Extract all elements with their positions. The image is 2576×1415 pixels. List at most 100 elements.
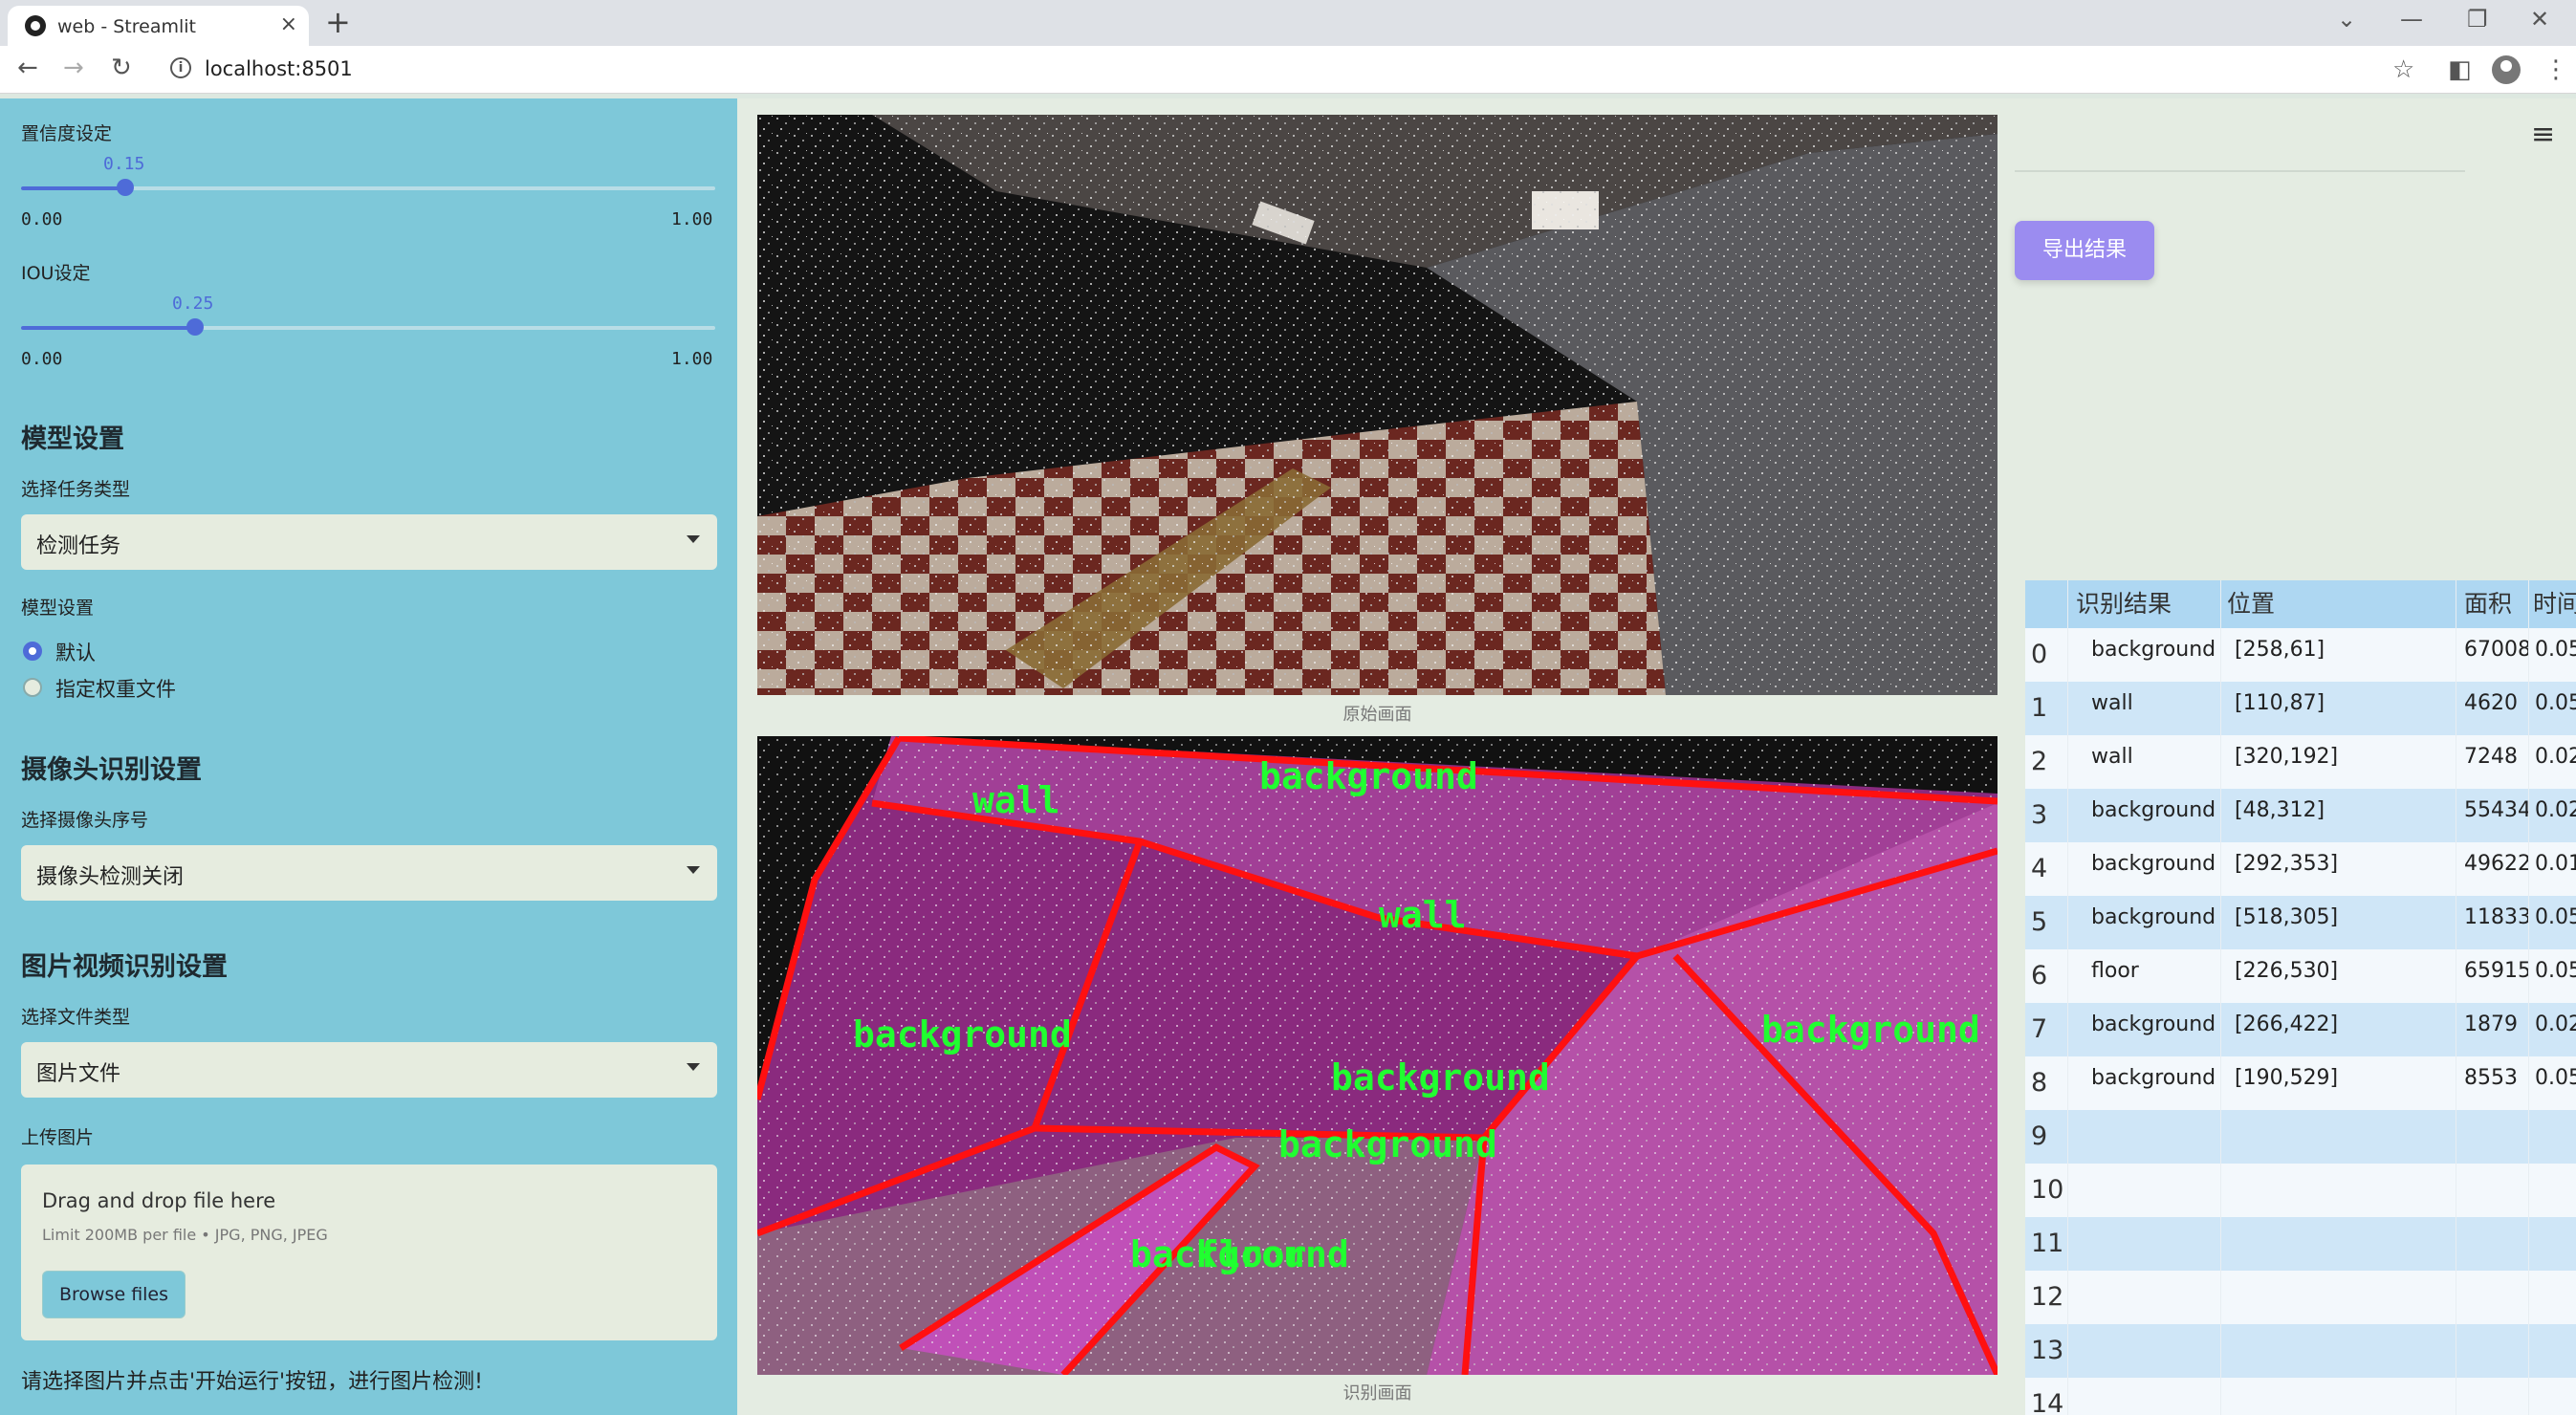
upload-label: 上传图片 xyxy=(21,1127,95,1148)
row-index: 8 xyxy=(2025,1056,2068,1110)
header-class[interactable]: 识别结果 xyxy=(2068,580,2221,628)
table-row[interactable]: 7 background [266,422] 1879 0.02 xyxy=(2025,1003,2576,1056)
reload-icon[interactable]: ↻ xyxy=(111,54,132,82)
radio-custom-weights[interactable] xyxy=(23,678,42,697)
row-time xyxy=(2529,1378,2576,1415)
info-icon[interactable]: i xyxy=(170,57,191,78)
table-row[interactable]: 10 xyxy=(2025,1164,2576,1217)
table-row[interactable]: 12 xyxy=(2025,1271,2576,1324)
radio-custom-weights-label[interactable]: 指定权重文件 xyxy=(55,674,176,703)
row-index: 9 xyxy=(2025,1110,2068,1164)
forward-icon[interactable]: → xyxy=(63,54,84,82)
minimize-icon[interactable]: — xyxy=(2400,6,2423,33)
row-index: 11 xyxy=(2025,1217,2068,1271)
table-row[interactable]: 4 background [292,353] 49622 0.01 xyxy=(2025,842,2576,896)
file-type-select[interactable]: 图片文件 xyxy=(21,1042,717,1098)
tab-title: web - Streamlit xyxy=(57,16,196,37)
row-class: background xyxy=(2068,842,2221,896)
confidence-slider-thumb[interactable] xyxy=(116,179,134,196)
table-row[interactable]: 13 xyxy=(2025,1324,2576,1378)
table-row[interactable]: 3 background [48,312] 55434 0.02 xyxy=(2025,789,2576,842)
model-label: 模型设置 xyxy=(21,598,95,619)
row-index: 7 xyxy=(2025,1003,2068,1056)
confidence-slider[interactable] xyxy=(21,179,715,196)
row-area: 4620 xyxy=(2456,682,2529,735)
radio-default-label[interactable]: 默认 xyxy=(55,638,96,666)
row-position xyxy=(2221,1324,2456,1378)
row-area xyxy=(2456,1378,2529,1415)
row-index: 2 xyxy=(2025,735,2068,789)
table-row[interactable]: 8 background [190,529] 8553 0.05 xyxy=(2025,1056,2576,1110)
row-area: 1879 xyxy=(2456,1003,2529,1056)
chevron-down-icon xyxy=(687,1063,700,1071)
row-position xyxy=(2221,1110,2456,1164)
row-area: 49622 xyxy=(2456,842,2529,896)
media-settings-heading: 图片视频识别设置 xyxy=(21,952,228,982)
row-position: [320,192] xyxy=(2221,735,2456,789)
row-class xyxy=(2068,1378,2221,1415)
browser-tab[interactable]: web - Streamlit × xyxy=(8,6,309,46)
chevron-down-icon xyxy=(687,535,700,543)
export-results-button[interactable]: 导出结果 xyxy=(2015,221,2154,280)
iou-slider-thumb[interactable] xyxy=(186,318,204,336)
row-position: [258,61] xyxy=(2221,628,2456,682)
row-index: 10 xyxy=(2025,1164,2068,1217)
row-area xyxy=(2456,1217,2529,1271)
table-row[interactable]: 5background[518,305]1183380.05 xyxy=(2025,896,2576,949)
header-position[interactable]: 位置 xyxy=(2221,580,2456,628)
radio-default[interactable] xyxy=(23,642,42,661)
row-area: 7248 xyxy=(2456,735,2529,789)
overlay-label: floor xyxy=(1197,1233,1306,1275)
table-row[interactable]: 11 xyxy=(2025,1217,2576,1271)
new-tab-icon[interactable]: + xyxy=(325,4,351,40)
browser-tab-bar: web - Streamlit × + ⌄ — ❐ ✕ xyxy=(0,0,2576,46)
table-row[interactable]: 14 xyxy=(2025,1378,2576,1415)
iou-slider[interactable] xyxy=(21,318,715,336)
back-icon[interactable]: ← xyxy=(17,54,38,82)
hamburger-menu-icon[interactable]: ≡ xyxy=(2531,118,2555,151)
row-time: 0.02 xyxy=(2535,745,2576,769)
kebab-menu-icon[interactable]: ⋮ xyxy=(2543,55,2568,84)
table-row[interactable]: 0 background [258,61] 67008 0.05 xyxy=(2025,628,2576,682)
browse-files-button[interactable]: Browse files xyxy=(42,1271,186,1318)
row-position: [48,312] xyxy=(2221,789,2456,842)
camera-index-select[interactable]: 摄像头检测关闭 xyxy=(21,845,717,901)
row-index: 13 xyxy=(2025,1324,2068,1378)
table-row[interactable]: 2 wall [320,192] 7248 0.02 xyxy=(2025,735,2576,789)
hint-text: 请选择图片并点击'开始运行'按钮，进行图片检测! xyxy=(21,1370,483,1394)
row-position: [266,422] xyxy=(2221,1003,2456,1056)
table-row[interactable]: 9 xyxy=(2025,1110,2576,1164)
confidence-slider-fill xyxy=(21,186,125,190)
table-row[interactable]: 6 floor [226,530] 65915 0.05 xyxy=(2025,949,2576,1003)
tab-close-icon[interactable]: × xyxy=(280,12,297,36)
close-window-icon[interactable]: ✕ xyxy=(2530,6,2549,33)
results-table: 识别结果 位置 面积 时间 0 background [258,61] 67008 0.… xyxy=(2025,580,2576,1415)
row-class xyxy=(2068,1110,2221,1164)
table-row[interactable]: 1 wall [110,87] 4620 0.05 xyxy=(2025,682,2576,735)
row-area: 118338 xyxy=(2456,896,2529,949)
original-image xyxy=(757,115,1997,695)
file-type-value: 图片文件 xyxy=(36,1062,121,1086)
row-time: 0.05 xyxy=(2535,959,2576,983)
restore-icon[interactable]: ❐ xyxy=(2467,6,2488,33)
row-class: wall xyxy=(2068,735,2221,789)
overlay-label: background xyxy=(1278,1123,1497,1165)
profile-icon[interactable] xyxy=(2492,55,2521,84)
header-time[interactable]: 时间 xyxy=(2529,580,2576,628)
row-class: background xyxy=(2068,1056,2221,1110)
star-icon[interactable]: ☆ xyxy=(2392,55,2414,84)
task-type-select[interactable]: 检测任务 xyxy=(21,514,717,570)
file-dropzone[interactable]: Drag and drop file here Limit 200MB per … xyxy=(21,1165,717,1340)
header-index xyxy=(2025,580,2068,628)
tab-search-chevron-down-icon[interactable]: ⌄ xyxy=(2337,6,2356,33)
row-position: [518,305] xyxy=(2221,896,2456,949)
result-image: wall background wall background backgrou… xyxy=(757,736,1997,1375)
row-position xyxy=(2221,1217,2456,1271)
row-time: 0.02 xyxy=(2535,1012,2576,1036)
sidepanel-icon[interactable]: ◧ xyxy=(2448,55,2472,84)
row-class xyxy=(2068,1271,2221,1324)
row-class: background xyxy=(2068,789,2221,842)
url-field[interactable]: localhost:8501 xyxy=(205,57,353,80)
header-area[interactable]: 面积 xyxy=(2456,580,2529,628)
row-time xyxy=(2529,1324,2576,1378)
